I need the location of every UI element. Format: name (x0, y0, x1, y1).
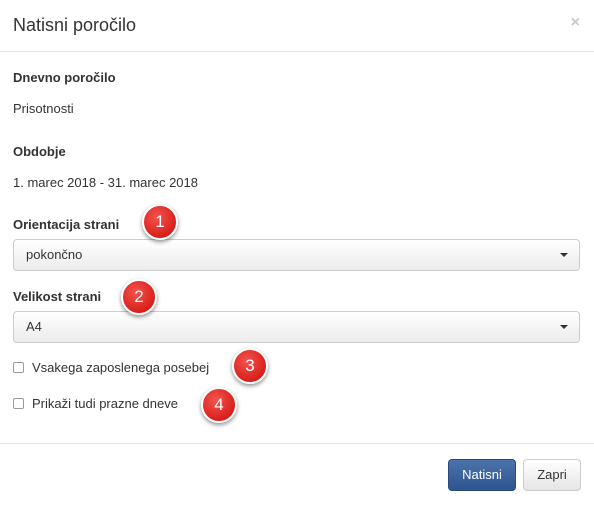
orientation-selected-value: pokončno (26, 247, 83, 262)
period-label: Obdobje (13, 144, 66, 159)
print-button[interactable]: Natisni (448, 459, 516, 491)
print-report-dialog: Natisni poročilo × Dnevno poročilo Priso… (0, 0, 594, 506)
report-label: Dnevno poročilo (13, 70, 116, 85)
annotation-badge-4: 4 (201, 387, 237, 423)
each-employee-checkbox[interactable] (13, 362, 24, 373)
annotation-badge-1: 1 (142, 204, 178, 240)
page-size-label: Velikost strani (13, 289, 102, 304)
period-value: 1. marec 2018 - 31. marec 2018 (13, 175, 198, 190)
annotation-badge-3: 3 (232, 348, 268, 384)
orientation-select[interactable]: pokončno (13, 239, 580, 271)
show-empty-days-checkbox[interactable] (13, 398, 24, 409)
page-size-select[interactable]: A4 (13, 311, 580, 343)
orientation-label: Orientacija strani (13, 217, 120, 232)
close-button[interactable]: Zapri (523, 459, 581, 491)
dialog-title: Natisni poročilo (13, 15, 137, 35)
page-size-selected-value: A4 (26, 319, 42, 334)
caret-down-icon (560, 325, 568, 329)
annotation-badge-2: 2 (121, 279, 157, 315)
caret-down-icon (560, 253, 568, 257)
dialog-header: Natisni poročilo × (0, 0, 594, 52)
report-value: Prisotnosti (13, 101, 74, 116)
each-employee-label[interactable]: Vsakega zaposlenega posebej (32, 359, 209, 377)
close-icon[interactable]: × (571, 13, 580, 33)
dialog-footer: Natisni Zapri (0, 443, 594, 506)
show-empty-days-label[interactable]: Prikaži tudi prazne dneve (32, 395, 178, 413)
